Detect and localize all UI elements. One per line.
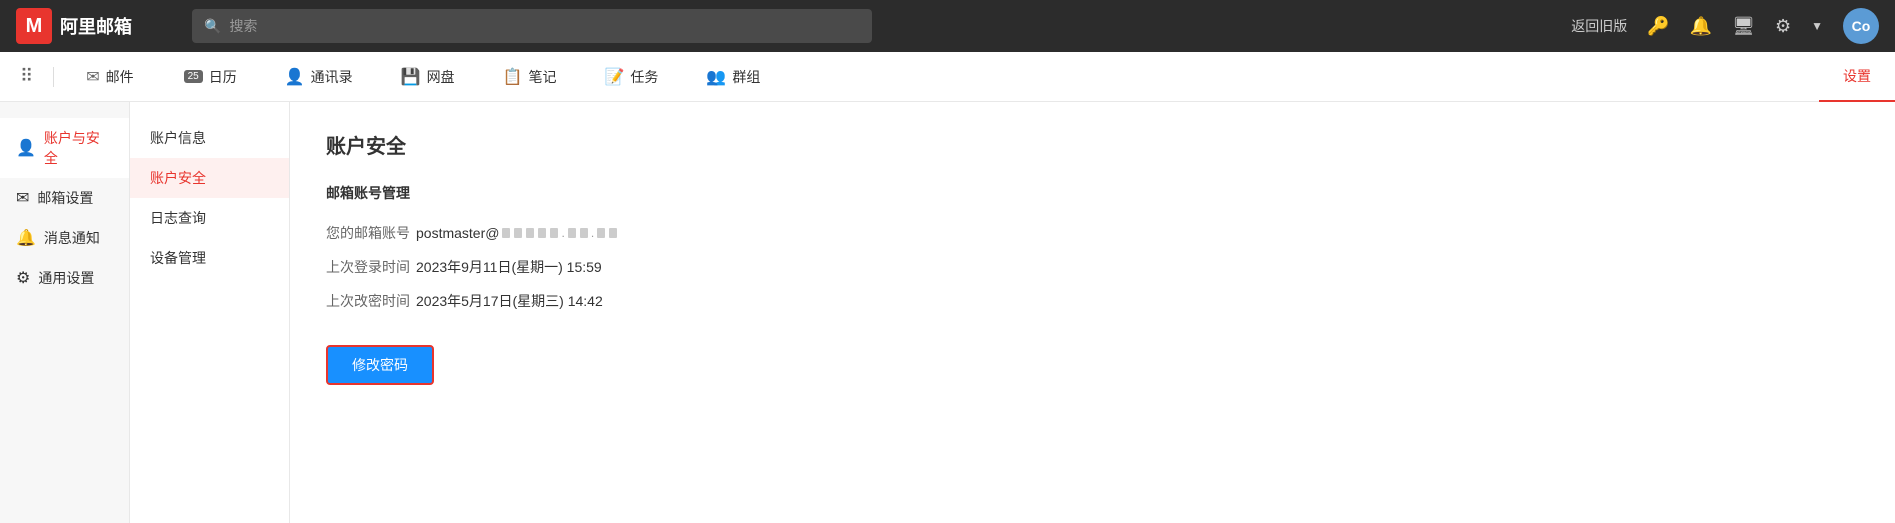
main-layout: 👤 账户与安全 ✉ 邮箱设置 🔔 消息通知 ⚙ 通用设置 账户信息 账户安全 日… bbox=[0, 102, 1895, 523]
sidebar-item-account-security[interactable]: 👤 账户与安全 bbox=[0, 118, 129, 178]
header-right: 返回旧版 🔑 🔔 🖥 ⚙ ▼ Co bbox=[1571, 8, 1879, 44]
last-login-value: 2023年9月11日(星期一) 15:59 bbox=[416, 257, 602, 277]
mail-icon: ✉ bbox=[86, 67, 99, 87]
nav-item-mail[interactable]: ✉ 邮件 bbox=[62, 52, 157, 102]
sub-item-account-security[interactable]: 账户安全 bbox=[130, 158, 289, 198]
sidebar-item-notifications[interactable]: 🔔 消息通知 bbox=[0, 218, 129, 258]
nav-item-notes[interactable]: 📋 笔记 bbox=[479, 52, 581, 102]
email-value: postmaster@ . . bbox=[416, 225, 618, 241]
mailbox-icon: ✉ bbox=[16, 188, 29, 208]
settings-icon[interactable]: ⚙ bbox=[1775, 16, 1791, 37]
notification-icon: 🔔 bbox=[16, 228, 36, 248]
back-old-btn[interactable]: 返回旧版 bbox=[1571, 16, 1627, 36]
search-input[interactable] bbox=[229, 18, 860, 34]
sidebar-item-general[interactable]: ⚙ 通用设置 bbox=[0, 258, 129, 298]
nav-item-groups[interactable]: 👥 群组 bbox=[682, 52, 784, 102]
key-icon[interactable]: 🔑 bbox=[1647, 16, 1669, 37]
sub-item-account-info[interactable]: 账户信息 bbox=[130, 118, 289, 158]
groups-icon: 👥 bbox=[706, 67, 726, 87]
last-pwd-label: 上次改密时间 bbox=[326, 291, 416, 311]
tasks-icon: 📝 bbox=[604, 67, 624, 87]
last-login-row: 上次登录时间 2023年9月11日(星期一) 15:59 bbox=[326, 257, 1859, 277]
grid-icon[interactable]: ⠿ bbox=[8, 66, 45, 87]
bell-icon[interactable]: 🔔 bbox=[1690, 16, 1712, 37]
content-area: 账户安全 邮箱账号管理 您的邮箱账号 postmaster@ . . 上次登 bbox=[290, 102, 1895, 523]
mask-block-5 bbox=[550, 228, 558, 238]
email-label: 您的邮箱账号 bbox=[326, 223, 416, 243]
screen-icon[interactable]: 🖥 bbox=[1732, 16, 1755, 37]
mask-block-2 bbox=[514, 228, 522, 238]
mask-block-6 bbox=[568, 228, 576, 238]
mask-dot-2: . bbox=[591, 226, 594, 240]
mask-block-4 bbox=[538, 228, 546, 238]
search-icon: 🔍 bbox=[204, 18, 221, 35]
mask-block-3 bbox=[526, 228, 534, 238]
sub-item-device-mgmt[interactable]: 设备管理 bbox=[130, 238, 289, 278]
sub-item-log-query[interactable]: 日志查询 bbox=[130, 198, 289, 238]
email-row: 您的邮箱账号 postmaster@ . . bbox=[326, 223, 1859, 243]
last-login-label: 上次登录时间 bbox=[326, 257, 416, 277]
nav-item-tasks[interactable]: 📝 任务 bbox=[580, 52, 682, 102]
notes-icon: 📋 bbox=[503, 67, 523, 87]
account-icon: 👤 bbox=[16, 138, 36, 158]
mask-block-7 bbox=[580, 228, 588, 238]
nav-item-settings[interactable]: 设置 bbox=[1819, 52, 1895, 102]
page-title: 账户安全 bbox=[326, 130, 1859, 159]
drive-icon: 💾 bbox=[401, 67, 421, 87]
general-icon: ⚙ bbox=[16, 268, 30, 288]
mask-block-1 bbox=[502, 228, 510, 238]
last-pwd-change-row: 上次改密时间 2023年5月17日(星期三) 14:42 bbox=[326, 291, 1859, 311]
nav-divider bbox=[53, 67, 54, 87]
logo-area: M 阿里邮箱 bbox=[16, 8, 176, 44]
nav-item-contacts[interactable]: 👤 通讯录 bbox=[261, 52, 377, 102]
nav-item-drive[interactable]: 💾 网盘 bbox=[377, 52, 479, 102]
nav-item-calendar[interactable]: 25 日历 bbox=[158, 52, 261, 102]
change-password-button[interactable]: 修改密码 bbox=[326, 345, 434, 385]
mask-dot-1: . bbox=[561, 226, 564, 240]
top-header: M 阿里邮箱 🔍 返回旧版 🔑 🔔 🖥 ⚙ ▼ Co bbox=[0, 0, 1895, 52]
search-bar[interactable]: 🔍 bbox=[192, 9, 872, 43]
logo-icon: M bbox=[16, 8, 52, 44]
section-title: 邮箱账号管理 bbox=[326, 183, 1859, 203]
left-sidebar: 👤 账户与安全 ✉ 邮箱设置 🔔 消息通知 ⚙ 通用设置 bbox=[0, 102, 130, 523]
mask-block-9 bbox=[609, 228, 617, 238]
logo-text: 阿里邮箱 bbox=[60, 13, 132, 39]
sidebar-item-mailbox-settings[interactable]: ✉ 邮箱设置 bbox=[0, 178, 129, 218]
last-pwd-value: 2023年5月17日(星期三) 14:42 bbox=[416, 291, 603, 311]
nav-bar: ⠿ ✉ 邮件 25 日历 👤 通讯录 💾 网盘 📋 笔记 📝 任务 👥 群组 设… bbox=[0, 52, 1895, 102]
avatar[interactable]: Co bbox=[1843, 8, 1879, 44]
mask-block-8 bbox=[597, 228, 605, 238]
chevron-down-icon[interactable]: ▼ bbox=[1811, 19, 1823, 33]
sub-sidebar: 账户信息 账户安全 日志查询 设备管理 bbox=[130, 102, 290, 523]
contacts-icon: 👤 bbox=[285, 67, 305, 87]
